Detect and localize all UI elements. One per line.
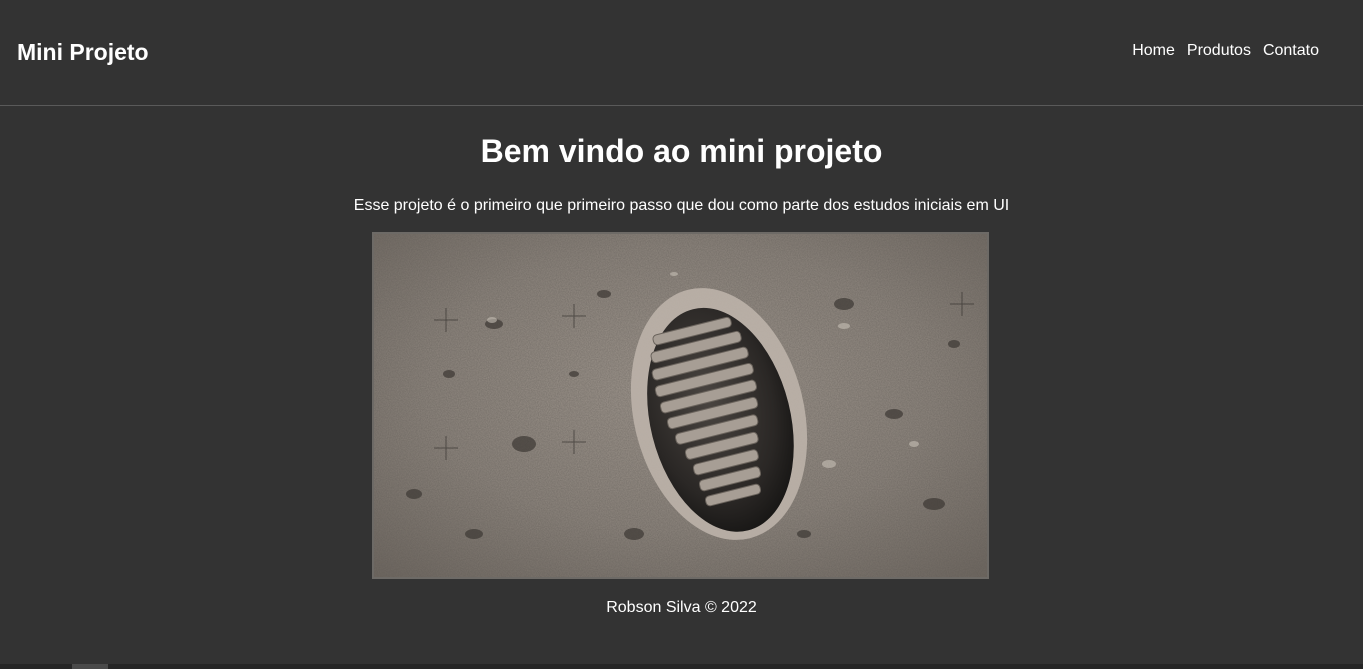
footer-text: Robson Silva © 2022 xyxy=(606,599,757,616)
intro-text: Esse projeto é o primeiro que primeiro p… xyxy=(353,197,1010,214)
nav-link-contato[interactable]: Contato xyxy=(1263,42,1319,60)
moon-footprint-image xyxy=(374,234,987,577)
moon-footprint-photo xyxy=(372,232,989,579)
main-nav: Home Produtos Contato xyxy=(1132,42,1319,60)
nav-link-produtos[interactable]: Produtos xyxy=(1187,42,1251,60)
page-title: Bem vindo ao mini projeto xyxy=(480,133,883,169)
horizontal-scrollbar[interactable] xyxy=(0,664,1363,669)
nav-link-home[interactable]: Home xyxy=(1132,42,1175,60)
site-logo[interactable]: Mini Projeto xyxy=(17,38,149,66)
scrollbar-thumb[interactable] xyxy=(72,664,108,669)
site-header: Mini Projeto Home Produtos Contato xyxy=(0,0,1363,106)
